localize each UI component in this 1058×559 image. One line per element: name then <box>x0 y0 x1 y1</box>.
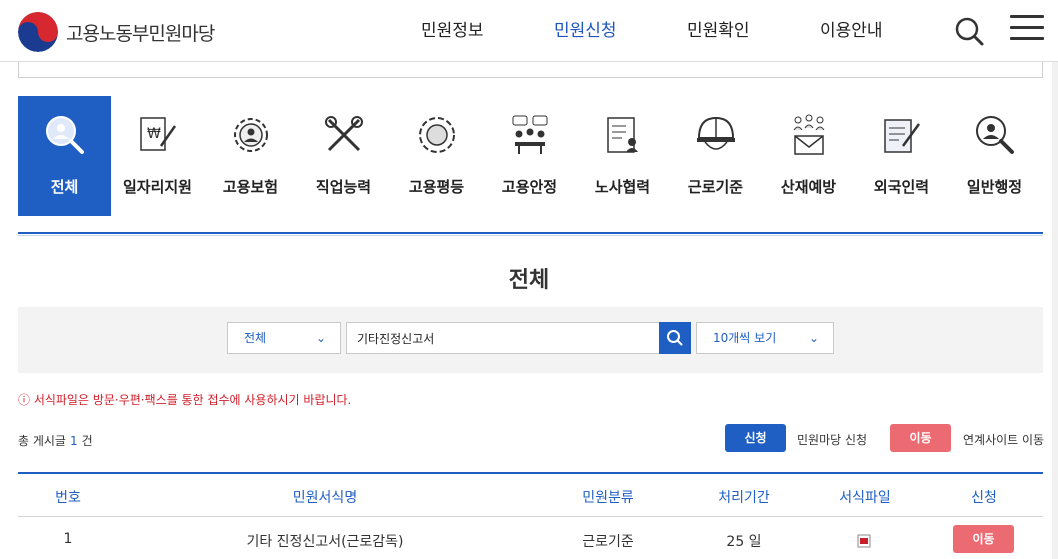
category-label: 고용안정 <box>501 178 558 196</box>
col-header-category: 민원분류 <box>582 490 634 506</box>
apply-legend-desc: 민원마당 신청 <box>797 433 868 447</box>
svg-text:₩: ₩ <box>147 126 161 142</box>
document-pen-icon <box>884 119 921 153</box>
total-suffix: 건 <box>81 434 93 448</box>
category-employment-insurance[interactable]: 고용보험 <box>204 96 297 216</box>
tools-icon <box>325 116 363 152</box>
page-size-value: 10개씩 보기 <box>713 331 777 345</box>
category-employment-stability[interactable]: 고용안정 <box>483 96 576 216</box>
scrollbar[interactable] <box>1052 62 1058 559</box>
category-label: 근로기준 <box>687 178 744 196</box>
nav-item-info[interactable]: 민원정보 <box>421 16 484 41</box>
notice-text: ⓘ 서식파일은 방문·우편·팩스를 통한 접수에 사용하시기 바랍니다. <box>18 393 352 407</box>
taegeuk-logo-icon <box>18 12 58 52</box>
search-icon[interactable] <box>953 15 985 47</box>
page-size-select[interactable]: 10개씩 보기 ⌄ <box>696 322 834 354</box>
category-label: 일반행정 <box>966 178 1023 196</box>
site-header: 고용노동부민원마당 민원정보 민원신청 민원확인 이용안내 <box>0 0 1058 62</box>
row-category: 근로기준 <box>582 534 634 550</box>
nav-item-check[interactable]: 민원확인 <box>687 16 750 41</box>
chevron-down-icon: ⌄ <box>808 331 819 345</box>
site-logo[interactable]: 고용노동부민원마당 <box>18 12 215 52</box>
category-labor-cooperation[interactable]: 노사협력 <box>576 96 669 216</box>
row-number: 1 <box>63 531 73 547</box>
total-count: 총 게시글 1 건 <box>18 432 93 449</box>
top-box <box>18 62 1043 78</box>
hamburger-menu-icon[interactable] <box>1010 15 1044 45</box>
category-general-admin[interactable]: 일반행정 <box>948 96 1041 216</box>
gear-person-icon <box>234 118 268 152</box>
divider <box>18 235 1043 236</box>
category-all[interactable]: 전체 <box>18 96 111 216</box>
category-equal-employment[interactable]: 고용평등 <box>390 96 483 216</box>
category-label: 노사협력 <box>594 178 651 196</box>
row-period: 25 일 <box>726 534 762 550</box>
meeting-icon <box>512 115 548 154</box>
category-labor-standards[interactable]: 근로기준 <box>669 96 762 216</box>
col-header-file: 서식파일 <box>839 490 891 506</box>
magnifier-person-icon <box>976 116 1014 154</box>
move-legend-button: 이동 <box>890 424 951 452</box>
category-label: 고용평등 <box>408 178 465 196</box>
category-label: 전체 <box>50 178 79 196</box>
search-icon <box>667 330 683 346</box>
row-move-button[interactable]: 이동 <box>953 525 1014 553</box>
category-label: 외국인력 <box>873 178 930 196</box>
col-header-form-name: 민원서식명 <box>292 490 358 506</box>
nav-item-guide[interactable]: 이용안내 <box>820 16 883 41</box>
col-header-apply: 신청 <box>971 490 997 506</box>
category-foreign-workers[interactable]: 외국인력 <box>855 96 948 216</box>
move-legend-desc: 연계사이트 이동 <box>963 433 1045 447</box>
search-input[interactable] <box>346 322 660 354</box>
category-label: 일자리지원 <box>122 178 192 196</box>
won-document-pen-icon: ₩ <box>140 117 177 151</box>
people-mail-icon <box>793 114 825 155</box>
header-divider <box>18 516 1043 517</box>
category-job-support[interactable]: ₩ 일자리지원 <box>111 96 204 216</box>
category-label: 직업능력 <box>315 178 372 196</box>
magnifier-person-icon <box>46 116 84 154</box>
page-title: 전체 <box>508 268 550 293</box>
document-person-icon <box>607 117 638 153</box>
search-panel: 전체 ⌄ 10개씩 보기 ⌄ <box>18 307 1043 373</box>
table-top-border <box>18 472 1043 474</box>
category-accident-prevention[interactable]: 산재예방 <box>762 96 855 216</box>
category-label: 산재예방 <box>780 178 837 196</box>
total-number: 1 <box>69 434 78 448</box>
scope-select-value: 전체 <box>244 331 267 345</box>
category-label: 고용보험 <box>222 178 279 196</box>
helmet-icon <box>697 116 735 150</box>
total-prefix: 총 게시글 <box>18 434 66 448</box>
pdf-file-icon[interactable] <box>857 534 871 548</box>
apply-legend-button: 신청 <box>725 424 786 452</box>
site-name: 고용노동부민원마당 <box>66 22 215 45</box>
col-header-number: 번호 <box>55 490 81 506</box>
divider <box>18 232 1043 234</box>
scope-select[interactable]: 전체 ⌄ <box>227 322 341 354</box>
nav-item-apply[interactable]: 민원신청 <box>554 16 617 41</box>
chevron-down-icon: ⌄ <box>315 331 326 345</box>
row-form-name[interactable]: 기타 진정신고서(근로감독) <box>200 531 450 551</box>
globe-people-icon <box>419 117 455 153</box>
category-vocational-ability[interactable]: 직업능력 <box>297 96 390 216</box>
col-header-period: 처리기간 <box>718 490 770 506</box>
search-button[interactable] <box>659 322 691 354</box>
category-menu: 전체 ₩ 일자리지원 고용보험 직업능력 고용평등 고용안정 노사협력 근로기준… <box>18 96 1043 216</box>
